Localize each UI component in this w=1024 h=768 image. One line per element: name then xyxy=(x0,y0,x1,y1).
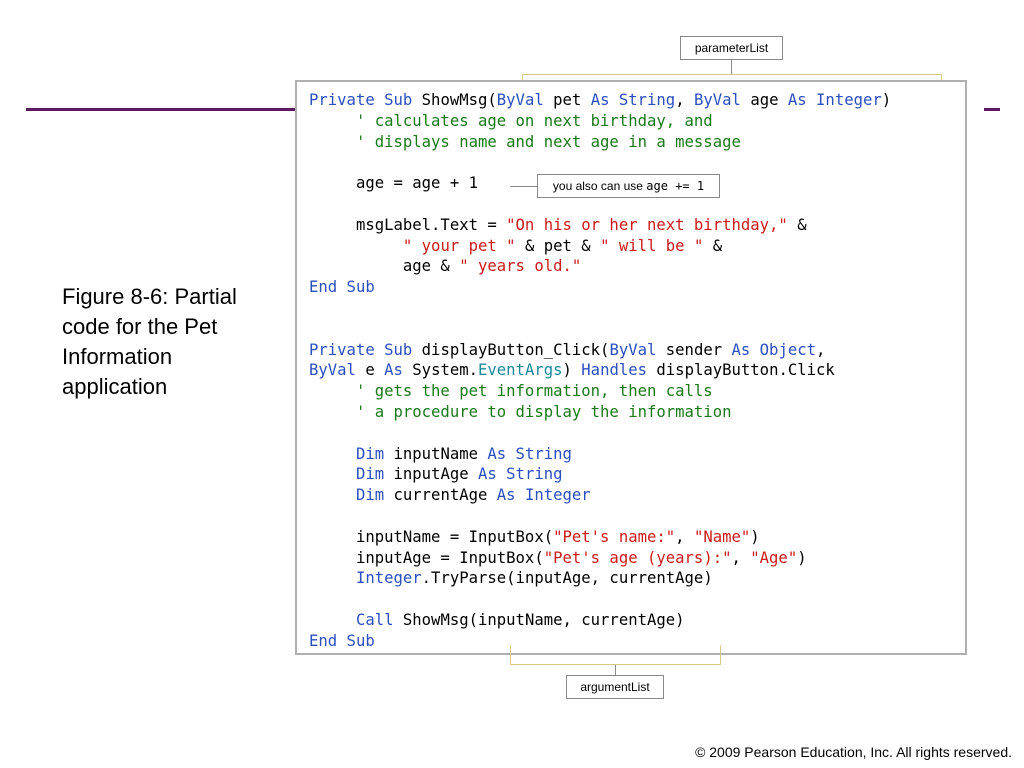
code-token: "On his or her next birthday," xyxy=(506,215,788,234)
tip-connector xyxy=(510,186,537,187)
code-line: Dim inputName As String xyxy=(309,444,572,464)
code-line: ' calculates age on next birthday, and xyxy=(309,111,713,131)
code-token: Handles xyxy=(581,361,657,380)
tip-text: you also can use xyxy=(552,179,647,193)
code-token: System. xyxy=(412,361,479,380)
code-token: ByVal xyxy=(693,91,751,109)
code-token: displayButton_Click( xyxy=(421,340,610,359)
code-token: ' a procedure to display the information xyxy=(309,403,732,421)
code-line: Integer.TryParse(inputAge, currentAge) xyxy=(309,568,713,588)
code-token: , xyxy=(675,91,694,109)
code-line: inputAge = InputBox("Pet's age (years):"… xyxy=(309,548,807,568)
code-token: " years old." xyxy=(459,257,582,276)
code-token: inputAge = InputBox( xyxy=(309,548,544,567)
code-token: As String xyxy=(590,91,676,109)
code-token: ) xyxy=(881,91,892,109)
code-line: ByVal e As System.EventArgs) Handles dis… xyxy=(309,360,835,380)
code-line: End Sub xyxy=(309,631,375,651)
argument-list-bracket xyxy=(510,645,721,665)
code-token: pet xyxy=(553,91,591,109)
code-line: ' gets the pet information, then calls xyxy=(309,381,713,401)
code-token: ' gets the pet information, then calls xyxy=(309,382,713,401)
code-token: As String xyxy=(478,465,563,484)
code-token: & xyxy=(703,236,723,255)
parameter-list-callout: parameterList xyxy=(680,36,783,60)
code-token: " will be " xyxy=(600,236,704,255)
code-token: "Pet's age (years):" xyxy=(543,548,732,567)
code-token: ' calculates age on next birthday, and xyxy=(309,111,713,130)
figure-caption: Figure 8-6: Partial code for the Pet Inf… xyxy=(62,284,237,399)
code-token: inputName xyxy=(393,444,488,463)
code-token: As Object xyxy=(731,340,817,359)
code-token: As String xyxy=(487,444,572,463)
code-token: ShowMsg( xyxy=(421,91,497,109)
code-token: ByVal xyxy=(309,361,366,380)
code-token: " your pet " xyxy=(402,236,516,255)
code-line: age & " years old." xyxy=(309,256,581,276)
title-rule-right xyxy=(984,108,1000,111)
code-line: Private Sub ShowMsg(ByVal pet As String,… xyxy=(309,90,891,110)
code-token: ) xyxy=(750,527,760,546)
code-token: age xyxy=(750,91,788,109)
code-token: e xyxy=(365,361,385,380)
code-token: , xyxy=(675,527,694,546)
code-token: ) xyxy=(562,361,582,380)
code-token: Private Sub xyxy=(309,91,422,109)
code-token: sender xyxy=(665,340,732,359)
code-token: End Sub xyxy=(309,278,375,297)
code-token: , xyxy=(816,340,826,359)
code-token: ' displays name and next age in a messag… xyxy=(309,132,741,151)
code-token: "Name" xyxy=(693,527,751,546)
code-token: EventArgs xyxy=(478,361,563,380)
code-token: ShowMsg(inputName, currentAge) xyxy=(402,611,685,629)
code-token: Dim xyxy=(309,486,394,505)
code-line: Dim inputAge As String xyxy=(309,464,563,484)
code-token: ByVal xyxy=(609,340,666,359)
code-token: "Pet's name:" xyxy=(553,527,676,546)
code-token: currentAge xyxy=(393,486,497,505)
code-line: msgLabel.Text = "On his or her next birt… xyxy=(309,215,807,235)
code-token: Call xyxy=(309,611,403,629)
compound-assignment-tip: you also can use age += 1 xyxy=(537,174,720,198)
code-token: displayButton.Click xyxy=(656,361,835,380)
code-line: Private Sub displayButton_Click(ByVal se… xyxy=(309,340,825,360)
code-token: inputAge xyxy=(393,465,478,484)
argument-list-connector xyxy=(615,665,616,675)
code-line: " your pet " & pet & " will be " & xyxy=(309,236,722,256)
code-token: Integer xyxy=(309,569,422,588)
code-line: ' displays name and next age in a messag… xyxy=(309,132,741,152)
tip-code: age += 1 xyxy=(646,179,705,193)
code-line: Dim currentAge As Integer xyxy=(309,485,591,505)
code-line: inputName = InputBox("Pet's name:", "Nam… xyxy=(309,527,760,547)
code-token: "Age" xyxy=(750,548,798,567)
code-token: .TryParse(inputAge, currentAge) xyxy=(421,569,713,588)
code-token: age = age + 1 xyxy=(309,174,478,193)
code-token: msgLabel.Text = xyxy=(309,215,507,234)
code-token: inputName = InputBox( xyxy=(309,527,554,546)
code-token: age & xyxy=(309,257,460,276)
code-token: As xyxy=(384,361,413,380)
argument-list-callout: argumentList xyxy=(566,675,664,699)
code-token: End Sub xyxy=(309,631,375,650)
code-token: Dim xyxy=(309,444,394,463)
title-rule-left xyxy=(26,108,296,111)
code-line: End Sub xyxy=(309,277,375,297)
code-token: & xyxy=(787,215,807,234)
code-token: As Integer xyxy=(496,486,591,505)
code-token: & pet & xyxy=(515,236,601,255)
code-token: Private Sub xyxy=(309,340,422,359)
code-line: age = age + 1 xyxy=(309,173,478,193)
code-line: ' a procedure to display the information xyxy=(309,402,732,422)
copyright-notice: © 2009 Pearson Education, Inc. All right… xyxy=(695,744,1012,760)
code-token: ) xyxy=(797,548,807,567)
code-token: As Integer xyxy=(787,91,882,109)
code-line: Call ShowMsg(inputName, currentAge) xyxy=(309,610,685,630)
code-token: ByVal xyxy=(496,91,554,109)
parameter-list-connector xyxy=(731,60,732,74)
code-token: Dim xyxy=(309,465,394,484)
code-token: , xyxy=(731,548,751,567)
